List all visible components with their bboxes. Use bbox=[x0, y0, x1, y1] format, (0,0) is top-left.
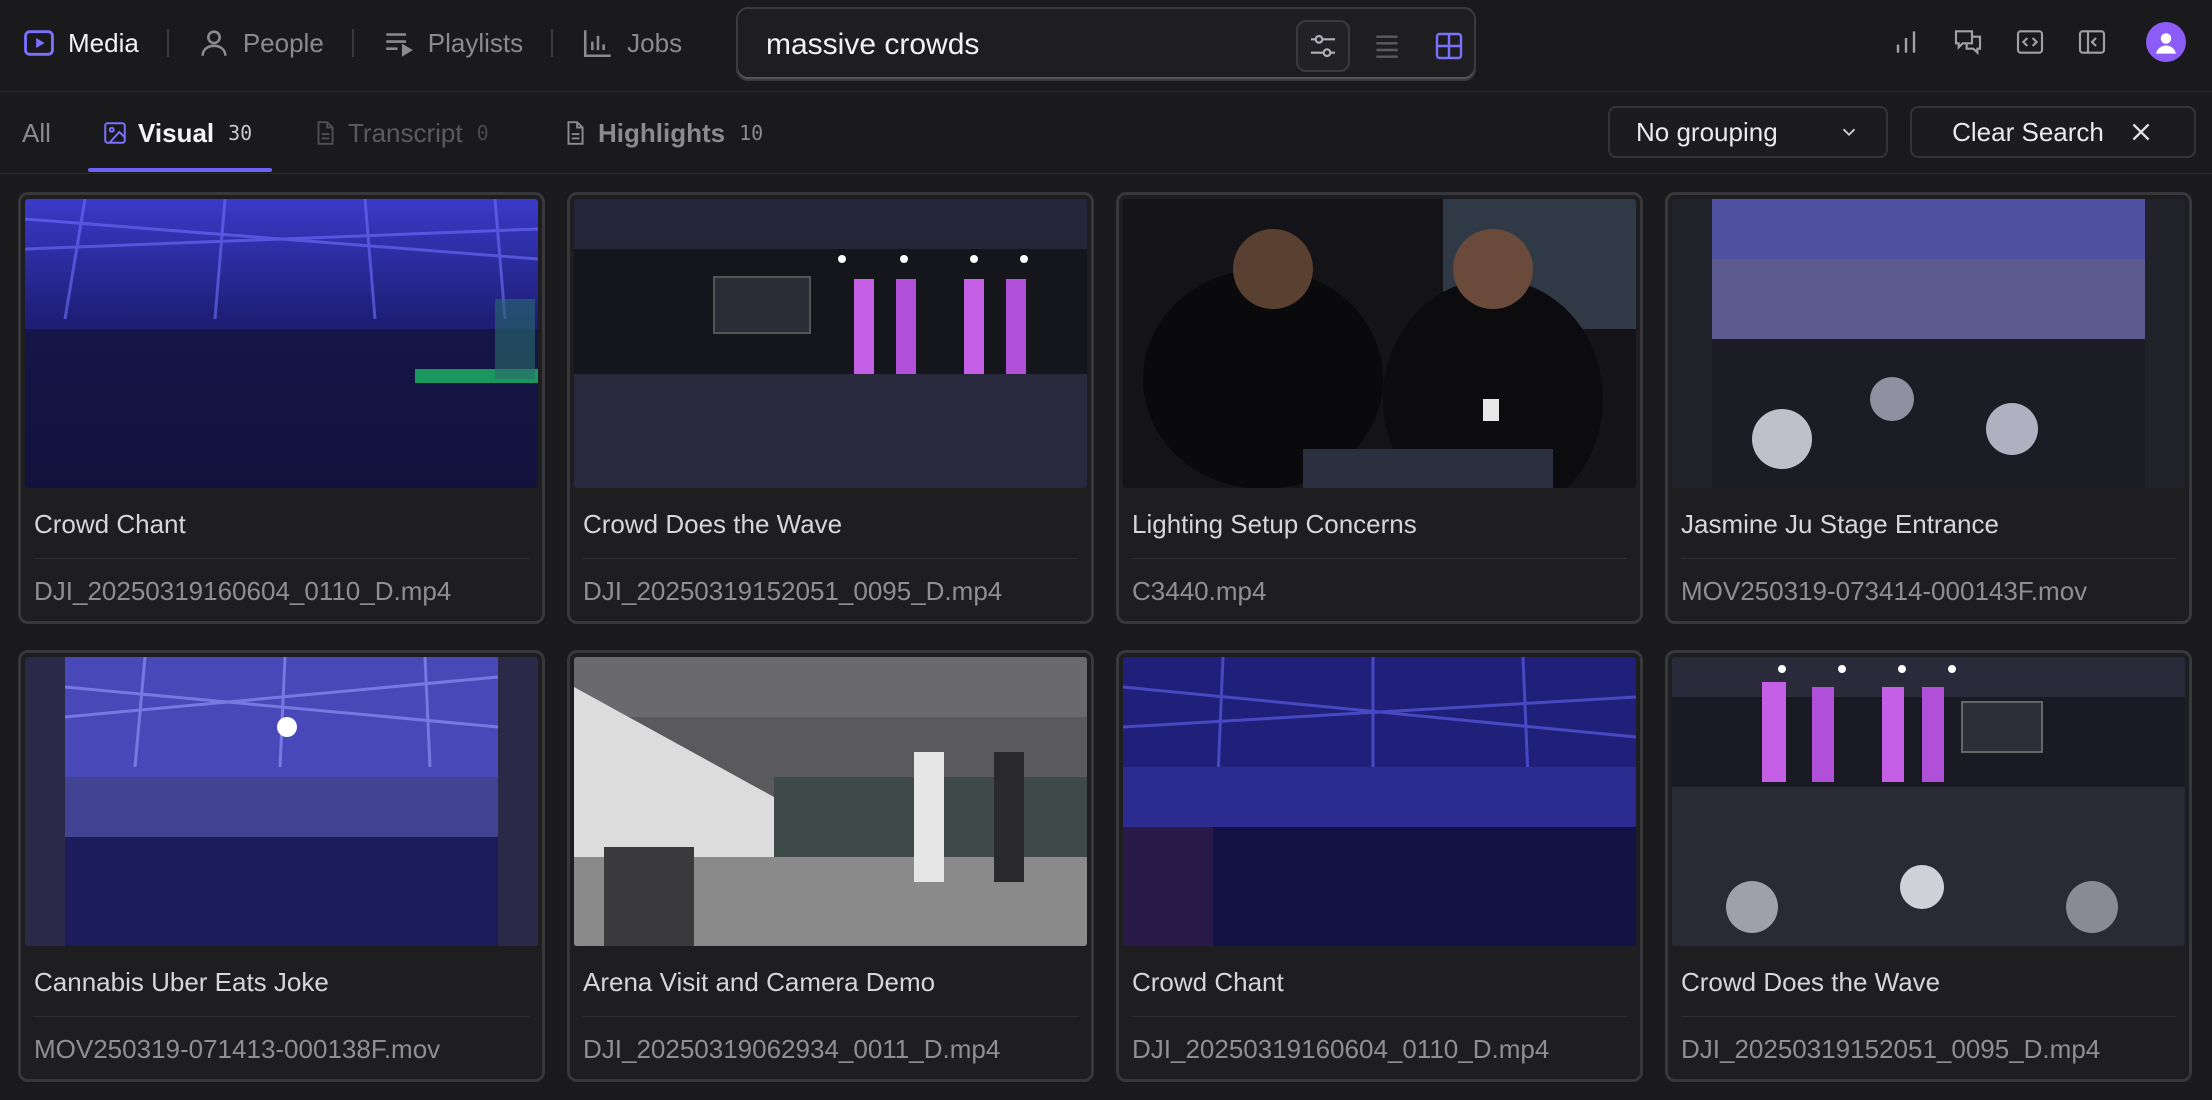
panel-toggle-icon bbox=[2078, 30, 2106, 54]
tab-count-highlights: 10 bbox=[739, 121, 764, 145]
media-card[interactable]: Crowd Chant DJI_20250319160604_0110_D.mp… bbox=[18, 192, 545, 624]
chevron-down-icon bbox=[1842, 128, 1856, 137]
tab-highlights[interactable]: Highlights 10 bbox=[562, 92, 763, 174]
list-view-icon bbox=[1376, 35, 1398, 58]
card-filename: DJI_20250319062934_0011_D.mp4 bbox=[583, 1034, 1001, 1064]
tab-label-visual: Visual bbox=[138, 117, 215, 148]
person-icon bbox=[201, 30, 227, 56]
tab-all[interactable]: All bbox=[22, 92, 51, 174]
bar-chart-icon bbox=[584, 30, 611, 58]
playlist-icon bbox=[386, 33, 413, 57]
card-divider bbox=[1681, 558, 2176, 559]
video-thumbnail[interactable] bbox=[574, 199, 1087, 488]
nav-item-jobs[interactable]: Jobs bbox=[581, 26, 682, 60]
media-card[interactable]: Jasmine Ju Stage Entrance MOV250319-0734… bbox=[1665, 192, 2192, 624]
embed-code-icon bbox=[2016, 30, 2044, 54]
nav-label-media: Media bbox=[68, 27, 139, 58]
video-thumbnail[interactable] bbox=[574, 657, 1087, 946]
stats-button[interactable] bbox=[1886, 22, 1926, 62]
document-icon bbox=[567, 121, 584, 145]
nav-label-people: People bbox=[242, 27, 324, 58]
list-view-button[interactable] bbox=[1360, 20, 1414, 72]
nav-item-media[interactable]: Media bbox=[22, 26, 139, 60]
video-thumbnail[interactable] bbox=[1672, 657, 2185, 946]
nav-item-playlists[interactable]: Playlists bbox=[382, 26, 523, 60]
card-title: Crowd Chant bbox=[1132, 967, 1284, 997]
card-filename: MOV250319-073414-000143F.mov bbox=[1681, 576, 2088, 606]
tab-label-all: All bbox=[22, 117, 51, 148]
clear-search-label: Clear Search bbox=[1952, 116, 2104, 147]
search-input[interactable] bbox=[766, 23, 1306, 67]
clear-search-button[interactable]: Clear Search bbox=[1910, 106, 2196, 158]
card-title: Jasmine Ju Stage Entrance bbox=[1681, 509, 1999, 539]
media-card[interactable]: Cannabis Uber Eats Joke MOV250319-071413… bbox=[18, 650, 545, 1082]
nav-divider bbox=[551, 29, 554, 57]
card-divider bbox=[1681, 1016, 2176, 1017]
nav-label-jobs: Jobs bbox=[627, 27, 683, 58]
tab-transcript[interactable]: Transcript 0 bbox=[312, 92, 489, 174]
card-filename: MOV250319-071413-000138F.mov bbox=[34, 1034, 441, 1064]
card-title: Cannabis Uber Eats Joke bbox=[34, 967, 329, 997]
media-card[interactable]: Arena Visit and Camera Demo DJI_20250319… bbox=[567, 650, 1094, 1082]
card-filename: DJI_20250319152051_0095_D.mp4 bbox=[1681, 1034, 2101, 1064]
card-divider bbox=[583, 558, 1078, 559]
avatar[interactable] bbox=[2146, 22, 2186, 62]
card-title: Crowd Does the Wave bbox=[1681, 967, 1941, 997]
media-card[interactable]: Crowd Chant DJI_20250319160604_0110_D.mp… bbox=[1116, 650, 1643, 1082]
video-thumbnail[interactable] bbox=[1123, 199, 1636, 488]
chat-button[interactable] bbox=[1948, 22, 1988, 62]
active-tab-indicator bbox=[88, 168, 272, 172]
play-icon bbox=[24, 30, 54, 56]
video-thumbnail[interactable] bbox=[25, 199, 538, 488]
filter-sliders-icon bbox=[1311, 34, 1335, 58]
media-card[interactable]: Crowd Does the Wave DJI_20250319152051_0… bbox=[567, 192, 1094, 624]
results-tabs-bar: All Visual 30 Transcript 0 Highlights 10… bbox=[0, 92, 2212, 174]
video-thumbnail[interactable] bbox=[25, 657, 538, 946]
media-card[interactable]: Lighting Setup Concerns C3440.mp4 bbox=[1116, 192, 1643, 624]
toolbar-right bbox=[1886, 22, 2186, 62]
nav-item-people[interactable]: People bbox=[197, 26, 324, 60]
chat-icon bbox=[1954, 30, 1982, 56]
card-filename: DJI_20250319160604_0110_D.mp4 bbox=[34, 576, 452, 606]
grid-view-icon bbox=[1435, 32, 1463, 60]
video-thumbnail[interactable] bbox=[1672, 199, 2185, 488]
grouping-select[interactable]: No grouping bbox=[1608, 106, 1888, 158]
user-avatar-icon bbox=[2156, 33, 2176, 54]
filter-button[interactable] bbox=[1296, 20, 1350, 72]
card-filename: C3440.mp4 bbox=[1132, 576, 1267, 606]
tab-count-transcript: 0 bbox=[476, 121, 489, 145]
video-thumbnail[interactable] bbox=[1123, 657, 1636, 946]
tab-label-transcript: Transcript bbox=[348, 117, 463, 148]
card-title: Arena Visit and Camera Demo bbox=[583, 967, 936, 997]
close-icon bbox=[2132, 123, 2150, 141]
embed-button[interactable] bbox=[2010, 22, 2050, 62]
card-divider bbox=[1132, 558, 1627, 559]
card-filename: DJI_20250319152051_0095_D.mp4 bbox=[583, 576, 1003, 606]
card-divider bbox=[1132, 1016, 1627, 1017]
image-icon bbox=[104, 122, 126, 144]
search-box bbox=[736, 7, 1476, 81]
card-title: Lighting Setup Concerns bbox=[1132, 509, 1417, 539]
tab-label-highlights: Highlights bbox=[598, 117, 726, 148]
card-divider bbox=[34, 558, 529, 559]
media-card[interactable]: Crowd Does the Wave DJI_20250319152051_0… bbox=[1665, 650, 2192, 1082]
tab-visual[interactable]: Visual 30 bbox=[102, 92, 252, 174]
card-filename: DJI_20250319160604_0110_D.mp4 bbox=[1132, 1034, 1550, 1064]
nav-divider bbox=[351, 29, 354, 57]
nav-label-playlists: Playlists bbox=[427, 27, 524, 58]
card-divider bbox=[583, 1016, 1078, 1017]
card-divider bbox=[34, 1016, 529, 1017]
top-bar: Media People Playlists Jobs bbox=[0, 0, 2212, 92]
main-nav: Media People Playlists Jobs bbox=[22, 20, 682, 66]
nav-divider bbox=[166, 29, 169, 57]
panel-toggle-button[interactable] bbox=[2072, 22, 2112, 62]
grouping-label: No grouping bbox=[1636, 116, 1778, 147]
stats-icon bbox=[1896, 31, 1916, 53]
tab-count-visual: 30 bbox=[228, 121, 253, 145]
document-icon bbox=[317, 121, 334, 145]
card-title: Crowd Does the Wave bbox=[583, 509, 843, 539]
card-title: Crowd Chant bbox=[34, 509, 186, 539]
grid-view-button[interactable] bbox=[1422, 20, 1476, 72]
